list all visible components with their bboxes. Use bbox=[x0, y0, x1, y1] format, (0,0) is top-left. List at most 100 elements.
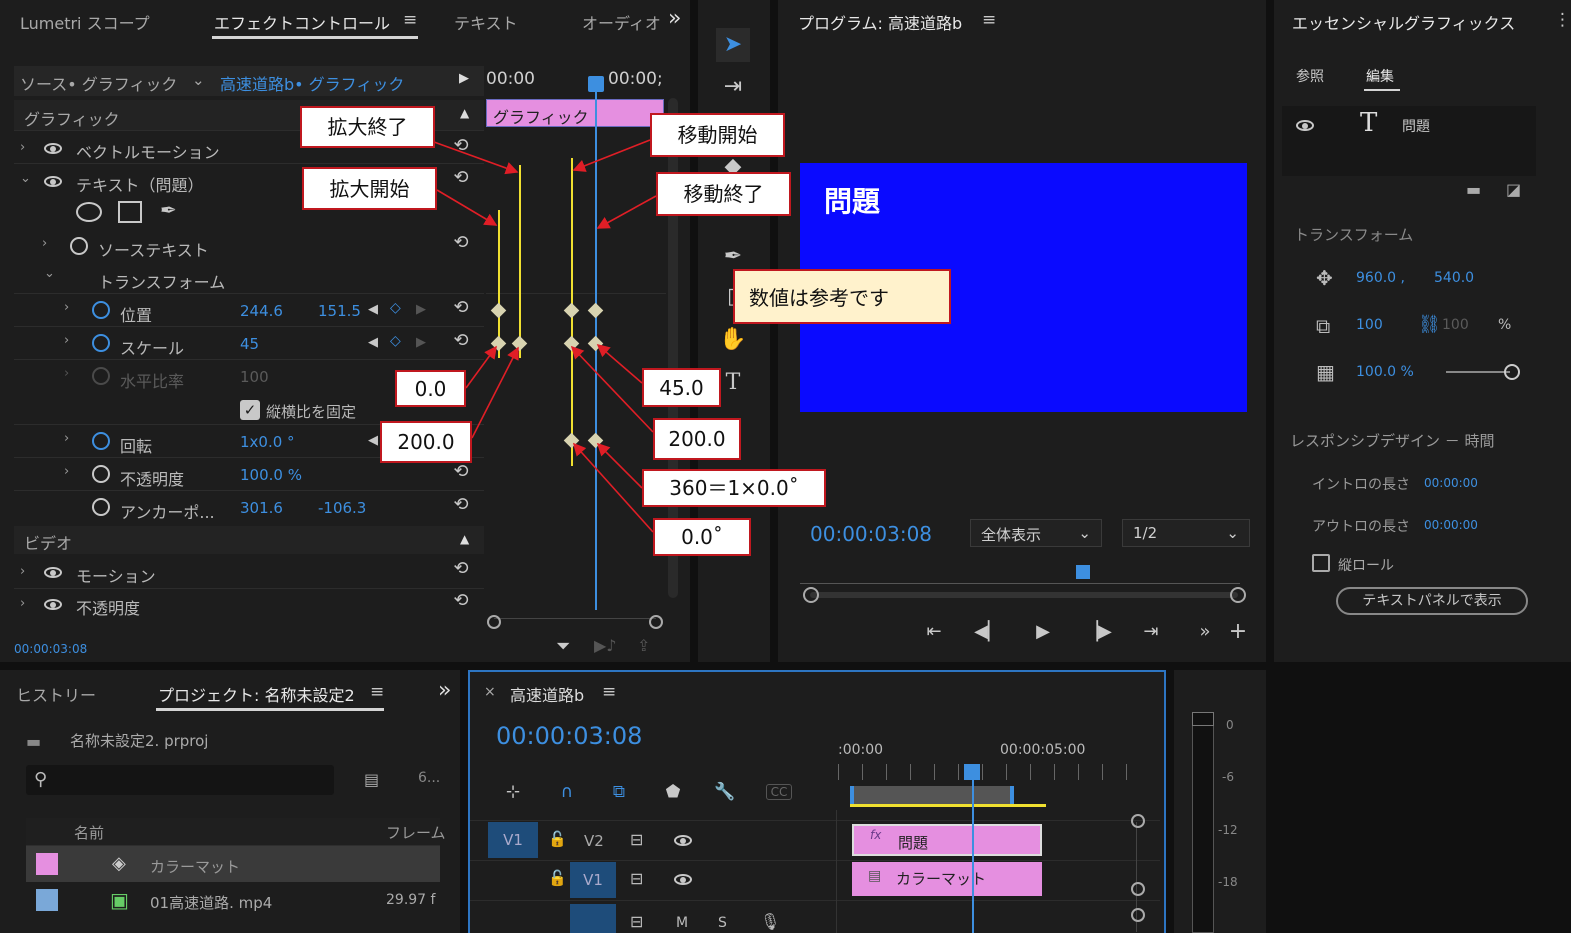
reset-icon[interactable]: ⟲ bbox=[450, 135, 472, 157]
program-ruler[interactable] bbox=[800, 568, 1240, 584]
zoom-handle-right[interactable] bbox=[1230, 587, 1246, 603]
lock-icon[interactable]: 🔓 bbox=[548, 830, 567, 848]
anchor-y-value[interactable]: -106.3 bbox=[318, 499, 366, 517]
add-keyframe-icon[interactable]: ◇ bbox=[390, 300, 401, 316]
eye-icon[interactable] bbox=[674, 874, 692, 885]
chevron-right-icon[interactable]: › bbox=[64, 464, 69, 479]
tab-project[interactable]: プロジェクト: 名称未設定2 bbox=[158, 682, 355, 706]
eye-icon[interactable] bbox=[44, 143, 62, 154]
stopwatch-icon[interactable] bbox=[92, 432, 110, 450]
timeline-timecode[interactable]: 00:00:03:08 bbox=[496, 722, 642, 750]
label-color-swatch[interactable] bbox=[36, 853, 58, 875]
tab-browse[interactable]: 参照 bbox=[1296, 66, 1324, 86]
section-video[interactable]: ビデオ bbox=[24, 530, 72, 554]
anchor-x-value[interactable]: 301.6 bbox=[240, 499, 283, 517]
collapse-up-icon[interactable]: ▲ bbox=[460, 106, 469, 120]
eg-pos-x[interactable]: 960.0 , bbox=[1356, 270, 1405, 286]
chevron-right-icon[interactable]: › bbox=[64, 300, 69, 315]
ec-zoom-bar[interactable] bbox=[494, 618, 656, 626]
stopwatch-icon[interactable] bbox=[92, 334, 110, 352]
sync-lock-icon[interactable]: ⊟ bbox=[630, 830, 643, 849]
rotation-keyframe-2[interactable] bbox=[587, 432, 604, 449]
overflow-icon[interactable]: » bbox=[438, 678, 451, 703]
scroll-handle[interactable] bbox=[1131, 882, 1145, 896]
tab-text[interactable]: テキスト bbox=[454, 10, 518, 34]
snap-icon[interactable]: ∩ bbox=[554, 782, 580, 802]
track-v2-label[interactable]: V2 bbox=[584, 832, 604, 850]
outro-value[interactable]: 00:00:00 bbox=[1424, 518, 1478, 532]
position-keyframe-3[interactable] bbox=[587, 302, 604, 319]
overflow-icon[interactable]: » bbox=[668, 6, 681, 31]
captions-icon[interactable]: CC bbox=[766, 784, 792, 800]
mute-button[interactable]: M bbox=[676, 915, 688, 931]
uniform-scale-checkbox[interactable]: ✓ bbox=[240, 400, 260, 420]
hand-tool-icon[interactable]: ✋ bbox=[716, 323, 750, 357]
eye-icon[interactable] bbox=[44, 567, 62, 578]
solo-button[interactable]: S bbox=[718, 915, 727, 931]
tab-audio[interactable]: オーディオ bbox=[582, 10, 661, 34]
scroll-handle[interactable] bbox=[1131, 814, 1145, 828]
reset-icon[interactable]: ⟲ bbox=[450, 590, 472, 612]
position-keyframe-2[interactable] bbox=[563, 302, 580, 319]
panel-menu-icon[interactable]: ⋮ bbox=[1554, 10, 1571, 30]
type-tool-icon[interactable]: T bbox=[716, 366, 750, 400]
program-playhead[interactable] bbox=[1076, 565, 1090, 579]
ellipse-mask-icon[interactable] bbox=[76, 202, 102, 222]
timeline-ruler[interactable] bbox=[838, 764, 1134, 780]
rotation-keyframe-1[interactable] bbox=[563, 432, 580, 449]
lock-icon[interactable]: 🔓 bbox=[548, 869, 567, 887]
ec-timecode[interactable]: 00:00:03:08 bbox=[14, 642, 87, 656]
eg-opacity[interactable]: 100.0 % bbox=[1356, 364, 1414, 380]
find-icon[interactable]: ▤ bbox=[364, 770, 379, 789]
opacity-value[interactable]: 100.0 % bbox=[240, 466, 302, 484]
rectangle-mask-icon[interactable] bbox=[118, 201, 142, 223]
add-button-icon[interactable]: + bbox=[1223, 619, 1253, 644]
add-keyframe-icon[interactable]: ◇ bbox=[390, 333, 401, 349]
column-frame[interactable]: フレーム bbox=[386, 822, 446, 843]
stopwatch-icon[interactable] bbox=[92, 498, 110, 516]
eye-icon[interactable] bbox=[44, 599, 62, 610]
project-search-input[interactable] bbox=[26, 765, 334, 795]
zoom-handle-left[interactable] bbox=[803, 587, 819, 603]
layer-name[interactable]: 問題 bbox=[1402, 116, 1430, 136]
program-monitor-title[interactable]: プログラム: 高速道路b bbox=[798, 10, 962, 34]
work-area-bar[interactable] bbox=[850, 786, 1014, 804]
scale-keyframe-3[interactable] bbox=[563, 335, 580, 352]
label-color-swatch[interactable] bbox=[36, 889, 58, 911]
stopwatch-icon[interactable] bbox=[70, 237, 88, 255]
position-keyframe-1[interactable] bbox=[490, 302, 507, 319]
panel-menu-icon[interactable]: ≡ bbox=[982, 10, 996, 30]
eg-pos-y[interactable]: 540.0 bbox=[1434, 270, 1474, 286]
next-keyframe-icon[interactable]: ▶ bbox=[416, 335, 426, 350]
selection-tool-icon[interactable]: ➤ bbox=[716, 28, 750, 62]
fit-dropdown[interactable]: 全体表示 ⌄ bbox=[970, 519, 1102, 547]
reset-icon[interactable]: ⟲ bbox=[450, 167, 472, 189]
scale-value[interactable]: 45 bbox=[240, 335, 259, 353]
sync-lock-icon[interactable]: ⊟ bbox=[630, 912, 643, 931]
show-text-panel-button[interactable]: テキストパネルで表示 bbox=[1336, 587, 1528, 615]
panel-menu-icon[interactable]: ≡ bbox=[602, 682, 616, 702]
essential-graphics-title[interactable]: エッセンシャルグラフィックス bbox=[1292, 10, 1515, 34]
eye-icon[interactable] bbox=[1296, 120, 1314, 131]
intro-value[interactable]: 00:00:00 bbox=[1424, 476, 1478, 490]
rotation-value[interactable]: 1x0.0 ° bbox=[240, 433, 295, 451]
eye-icon[interactable] bbox=[674, 835, 692, 846]
stopwatch-icon[interactable] bbox=[92, 301, 110, 319]
eg-scale[interactable]: 100 bbox=[1356, 317, 1383, 333]
chevron-right-icon[interactable]: › bbox=[20, 564, 25, 579]
track-select-tool-icon[interactable]: ⇥ bbox=[716, 70, 750, 104]
clip-selector[interactable]: 高速道路b• グラフィック bbox=[220, 71, 404, 95]
step-back-icon[interactable]: ◀▏ bbox=[973, 621, 1003, 642]
position-y-value[interactable]: 151.5 bbox=[318, 302, 361, 320]
timeline-title[interactable]: 高速道路b bbox=[510, 682, 584, 706]
chevron-right-icon[interactable]: › bbox=[20, 140, 25, 155]
play-only-icon[interactable]: ▶ bbox=[459, 71, 469, 86]
tab-effect-controls[interactable]: エフェクトコントロール bbox=[214, 10, 390, 34]
scroll-handle[interactable] bbox=[1131, 908, 1145, 922]
panel-menu-icon[interactable]: ≡ bbox=[403, 10, 417, 30]
folder-icon[interactable]: ▬ bbox=[1466, 180, 1481, 199]
opacity-slider-handle[interactable] bbox=[1504, 364, 1520, 380]
export-icon[interactable]: ⇪ bbox=[637, 636, 650, 655]
scale-keyframe-4[interactable] bbox=[587, 335, 604, 352]
prev-keyframe-icon[interactable]: ◀ bbox=[368, 302, 378, 317]
